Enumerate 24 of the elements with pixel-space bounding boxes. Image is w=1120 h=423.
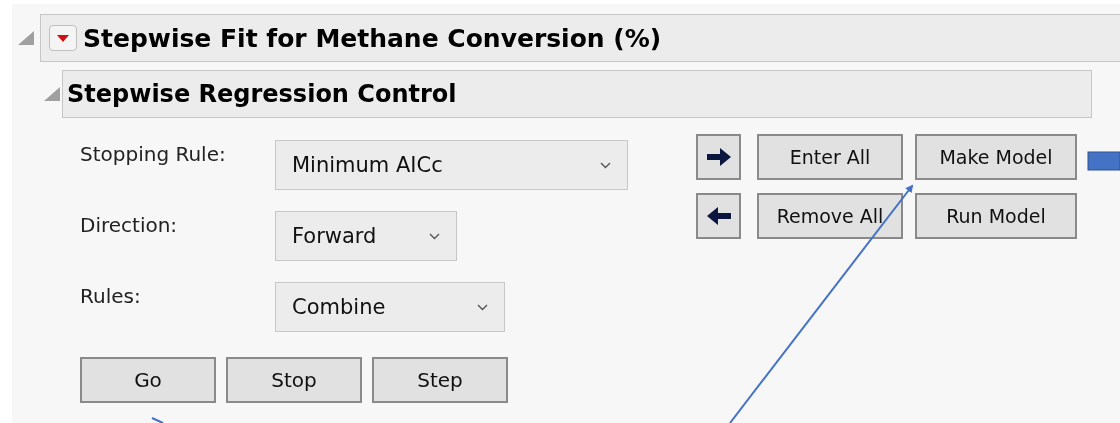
chevron-down-icon — [429, 232, 440, 240]
chevron-down-icon — [477, 303, 488, 311]
report-title: Stepwise Fit for Methane Conversion (%) — [83, 23, 662, 53]
section-title: Stepwise Regression Control — [67, 80, 457, 108]
model-button[interactable]: Make Model — [915, 134, 1077, 180]
chevron-down-icon — [600, 161, 611, 169]
right-arrow-button[interactable] — [696, 134, 741, 180]
model-button[interactable]: Enter All — [757, 134, 903, 180]
menu-icon[interactable] — [49, 25, 77, 51]
run-button[interactable]: Step — [372, 357, 508, 403]
model-button[interactable]: Run Model — [915, 193, 1077, 239]
dropdown[interactable]: Minimum AICc — [275, 140, 628, 190]
dropdown[interactable]: Forward — [275, 211, 457, 261]
setting-label: Direction: — [80, 212, 179, 237]
annotation-line — [151, 417, 164, 423]
setting-label: Rules: — [80, 283, 142, 308]
setting-label: Stopping Rule: — [80, 141, 227, 166]
dropdown[interactable]: Combine — [275, 282, 505, 332]
left-arrow-button[interactable] — [696, 193, 741, 239]
right-arrow-icon — [705, 147, 732, 167]
run-button[interactable]: Stop — [226, 357, 362, 403]
left-arrow-icon — [705, 206, 732, 226]
run-button[interactable]: Go — [80, 357, 216, 403]
model-button[interactable]: Remove All — [757, 193, 903, 239]
